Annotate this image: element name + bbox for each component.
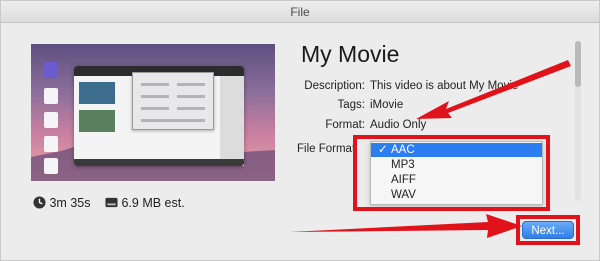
file-icon (44, 88, 58, 104)
tags-label: Tags: (337, 99, 366, 111)
disk-icon (105, 197, 118, 208)
format-menu-highlight (353, 135, 550, 211)
preview-timeline (74, 159, 244, 166)
scrollbar[interactable] (575, 41, 581, 201)
scroll-thumb[interactable] (575, 41, 581, 87)
clock-icon (33, 196, 46, 209)
file-icon (44, 158, 58, 174)
preview-clip (79, 110, 115, 132)
imovie-window-preview (74, 66, 244, 166)
preview-sidebar (220, 76, 244, 166)
description-field[interactable]: This video is about My Movie (370, 80, 541, 92)
format-popup[interactable]: Audio Only (370, 119, 426, 131)
preview-clip (79, 82, 115, 104)
preview-dialog (132, 72, 214, 130)
file-icon (44, 112, 58, 128)
desktop-dock (41, 62, 63, 174)
movie-thumbnail (31, 44, 275, 181)
duration-stat: 3m 35s (33, 196, 90, 210)
file-icon (44, 136, 58, 152)
tags-field[interactable]: iMovie (370, 99, 403, 111)
window-title: File (1, 1, 599, 23)
next-button[interactable]: Next... (522, 221, 574, 239)
duration-value: 3m 35s (49, 196, 91, 210)
app-icon (44, 62, 58, 78)
description-label: Description: (304, 80, 365, 92)
movie-title: My Movie (301, 41, 400, 67)
share-file-dialog: File 3m 35s 6.9 MB est. My Movie Descrip… (0, 0, 600, 261)
size-value: 6.9 MB est. (121, 196, 185, 210)
format-label: Format: (325, 119, 365, 131)
size-stat: 6.9 MB est. (105, 196, 185, 210)
